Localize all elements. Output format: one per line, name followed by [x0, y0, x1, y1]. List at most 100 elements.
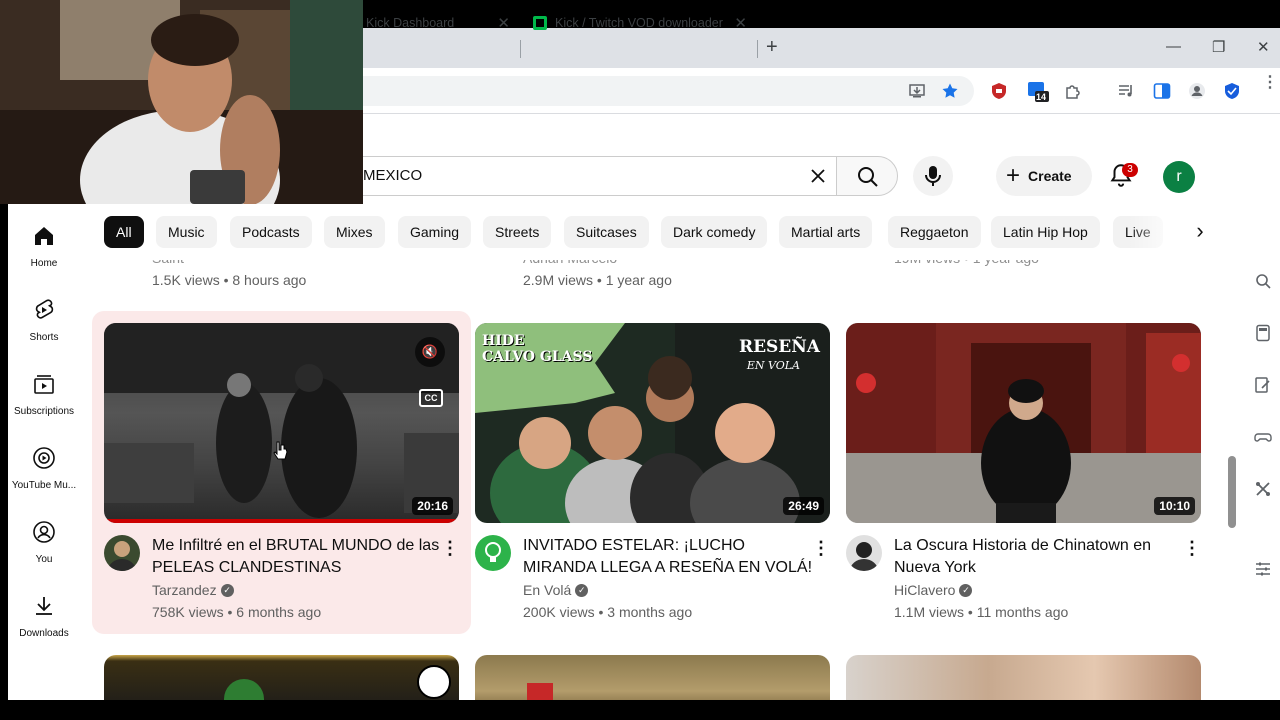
ublock-icon[interactable] — [990, 82, 1008, 100]
prev-video-stats: 1.5K views • 8 hours ago — [152, 272, 307, 288]
video-thumbnail[interactable]: 🔇 CC 20:16 — [104, 323, 459, 523]
minimize-icon[interactable]: — — [1166, 38, 1181, 55]
page-scrollbar-thumb[interactable] — [1228, 456, 1236, 528]
video-menu-icon[interactable]: ⋮ — [441, 539, 459, 557]
close-window-icon[interactable]: ✕ — [1257, 38, 1270, 56]
omnibox[interactable] — [330, 76, 974, 106]
create-button[interactable]: + Create — [996, 156, 1092, 196]
next-video-thumbnail[interactable] — [846, 655, 1201, 700]
close-tab-icon[interactable]: ✕ — [497, 14, 510, 32]
chip-reggaeton[interactable]: Reggaeton — [888, 216, 981, 248]
panda-logo-icon — [417, 665, 451, 699]
channel-avatar[interactable] — [475, 535, 511, 571]
browser-side-rail — [1240, 150, 1280, 700]
channel-name-row[interactable]: HiClavero ✓ — [894, 582, 973, 598]
search-query: MEXICO — [363, 167, 423, 184]
tools-icon[interactable] — [1254, 480, 1272, 498]
video-thumbnail[interactable]: 10:10 — [846, 323, 1201, 523]
chip-suitcases[interactable]: Suitcases — [564, 216, 649, 248]
bitwarden-shield-icon[interactable] — [1223, 82, 1241, 100]
account-avatar[interactable]: r — [1163, 161, 1195, 193]
bookmark-star-icon[interactable] — [941, 82, 959, 100]
thumbnail-scene — [104, 323, 459, 523]
thumbnail-brand-text: RESEÑA — [738, 337, 820, 357]
install-app-icon[interactable] — [908, 82, 926, 100]
chip-martial-arts[interactable]: Martial arts — [779, 216, 873, 248]
sidebar-item-you[interactable]: You — [8, 510, 80, 584]
profile-icon[interactable] — [1188, 82, 1206, 100]
sidebar-item-subscriptions[interactable]: Subscriptions — [8, 362, 80, 436]
mini-guide-sidebar: Home Shorts Subscriptions YouTube Mu... … — [8, 204, 80, 700]
customize-sliders-icon[interactable] — [1254, 560, 1272, 578]
tab-kick-dashboard[interactable]: Kick Dashboard ✕ — [366, 6, 510, 40]
video-title[interactable]: Me Infiltré en el BRUTAL MUNDO de las PE… — [152, 535, 442, 579]
channel-name-row[interactable]: En Volá ✓ — [523, 582, 589, 598]
next-video-thumbnail[interactable] — [475, 655, 830, 700]
channel-name[interactable]: Tarzandez — [152, 582, 217, 598]
video-duration: 26:49 — [783, 497, 824, 515]
channel-name-row[interactable]: Tarzandez ✓ — [152, 582, 234, 598]
video-menu-icon[interactable]: ⋮ — [812, 539, 830, 557]
search-button[interactable] — [836, 156, 898, 196]
chips-next-chevron-icon[interactable]: › — [1184, 216, 1216, 248]
you-icon — [33, 521, 55, 543]
chip-gaming[interactable]: Gaming — [398, 216, 472, 248]
video-title[interactable]: La Oscura Historia de Chinatown en Nueva… — [894, 535, 1184, 579]
clear-search-icon[interactable] — [810, 168, 826, 184]
gamepad-icon[interactable] — [1254, 428, 1272, 446]
media-control-icon[interactable] — [1117, 82, 1135, 100]
lens-search-icon[interactable] — [1254, 272, 1272, 290]
browser-menu-icon[interactable]: ⋮ — [1262, 75, 1278, 91]
mute-icon[interactable]: 🔇 — [415, 337, 445, 367]
channel-avatar[interactable] — [104, 535, 140, 571]
calculator-icon[interactable] — [1254, 324, 1272, 342]
webcam-overlay — [0, 0, 363, 204]
sidebar-item-shorts[interactable]: Shorts — [8, 288, 80, 362]
chip-streets[interactable]: Streets — [483, 216, 552, 248]
channel-avatar[interactable] — [846, 535, 882, 571]
search-icon — [858, 167, 878, 187]
download-icon — [36, 597, 52, 615]
thumbnail-brand-subtext: EN VOLA — [746, 359, 800, 372]
video-thumbnail[interactable]: HIDE CALVO GLASS RESEÑA EN VOLA 26:49 — [475, 323, 830, 523]
tab-title: Kick Dashboard — [366, 16, 455, 30]
chip-latin-hip-hop[interactable]: Latin Hip Hop — [991, 216, 1100, 248]
thumbnail-overlay-text: HIDE CALVO GLASS — [482, 333, 593, 365]
extension-badge: 14 — [1036, 92, 1047, 102]
tab-vod-downloader[interactable]: Kick / Twitch VOD downloader ✕ — [533, 6, 747, 40]
side-panel-icon[interactable] — [1153, 82, 1171, 100]
voice-search-button[interactable] — [913, 156, 953, 196]
youtube-page: MEXICO + Create 3 r Saint 1.5K views • 8… — [8, 150, 1240, 700]
thumbnail-scene — [527, 683, 553, 700]
video-title[interactable]: INVITADO ESTELAR: ¡LUCHO MIRANDA LLEGA A… — [523, 535, 813, 579]
video-menu-icon[interactable]: ⋮ — [1183, 539, 1201, 557]
sidebar-item-label: Downloads — [19, 628, 69, 639]
close-tab-icon[interactable]: ✕ — [734, 14, 747, 32]
thumbnail-scene — [224, 679, 264, 700]
bottom-black-bar — [0, 700, 1280, 720]
new-tab-button[interactable]: + — [766, 36, 778, 59]
channel-name[interactable]: HiClavero — [894, 582, 955, 598]
edit-note-icon[interactable] — [1254, 376, 1272, 394]
restore-icon[interactable]: ❐ — [1212, 38, 1225, 56]
chip-all[interactable]: All — [104, 216, 144, 248]
sidebar-item-home[interactable]: Home — [8, 214, 80, 288]
chip-dark-comedy[interactable]: Dark comedy — [661, 216, 768, 248]
sidebar-item-downloads[interactable]: Downloads — [8, 584, 80, 658]
thumbnail-scene — [846, 323, 1201, 523]
chip-mixes[interactable]: Mixes — [324, 216, 385, 248]
chip-podcasts[interactable]: Podcasts — [230, 216, 312, 248]
filter-chips-bar: All Music Podcasts Mixes Gaming Streets … — [8, 204, 1240, 260]
tab-divider — [520, 40, 521, 58]
sidebar-item-youtube-music[interactable]: YouTube Mu... — [8, 436, 80, 510]
extensions-puzzle-icon[interactable] — [1064, 82, 1082, 100]
screen: Kick Dashboard ✕ Kick / Twitch VOD downl… — [0, 0, 1280, 720]
notification-count-badge: 3 — [1122, 163, 1138, 177]
chip-music[interactable]: Music — [156, 216, 217, 248]
captions-icon[interactable]: CC — [419, 389, 443, 407]
prev-video-stats: 2.9M views • 1 year ago — [523, 272, 672, 288]
next-video-thumbnail[interactable] — [104, 655, 459, 700]
webcam-feed-image — [0, 0, 363, 204]
channel-name[interactable]: En Volá — [523, 582, 571, 598]
microphone-icon — [925, 166, 941, 186]
